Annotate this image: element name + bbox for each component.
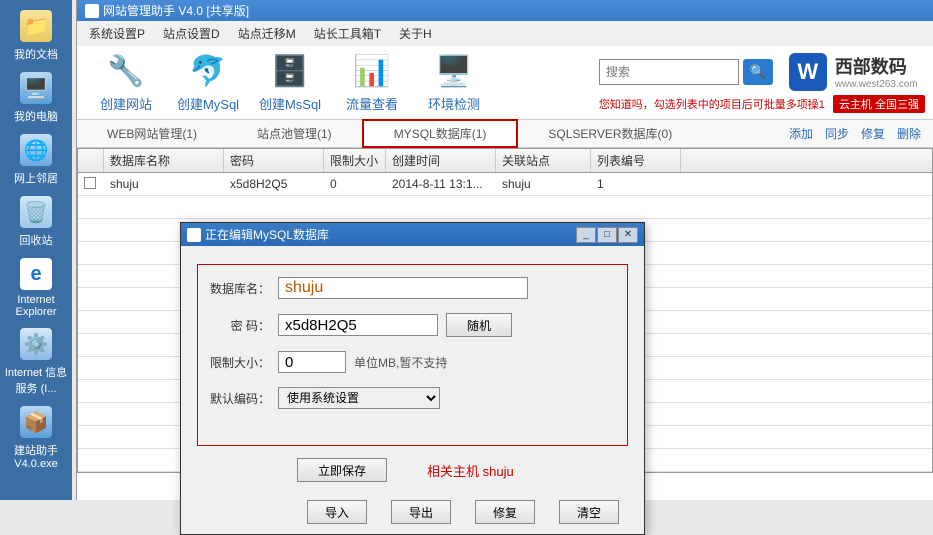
search-button[interactable]: 🔍 xyxy=(743,59,773,85)
password-field[interactable] xyxy=(278,314,438,336)
search-input[interactable] xyxy=(599,59,739,85)
brand-name: 西部数码 xyxy=(835,53,918,79)
iis-icon: ⚙️ xyxy=(20,328,52,360)
computer-icon: 🖥️ xyxy=(20,72,52,104)
maximize-button[interactable]: □ xyxy=(597,227,617,243)
th-name[interactable]: 数据库名称 xyxy=(104,149,224,172)
database-icon: 🗄️ xyxy=(268,52,312,90)
clear-button[interactable]: 清空 xyxy=(559,500,619,524)
edit-mysql-dialog: 正在编辑MySQL数据库 _ □ ✕ 数据库名： 密 码： 随机 限制大小： 单… xyxy=(180,222,645,535)
desktop-icon-mypc[interactable]: 🖥️我的电脑 xyxy=(4,72,68,124)
brand-url: www.west263.com xyxy=(835,79,918,90)
search-icon: 🔍 xyxy=(750,64,767,80)
app-title-icon xyxy=(85,4,99,18)
desktop-icon-recycle[interactable]: 🗑️回收站 xyxy=(4,196,68,248)
minimize-button[interactable]: _ xyxy=(576,227,596,243)
app-icon: 📦 xyxy=(20,406,52,438)
wrench-icon: 🔧 xyxy=(104,52,148,90)
label-limit: 限制大小： xyxy=(208,354,270,371)
repair-button[interactable]: 修复 xyxy=(475,500,535,524)
folder-icon: 📁 xyxy=(20,10,52,42)
th-created[interactable]: 创建时间 xyxy=(386,149,496,172)
table-header: 数据库名称 密码 限制大小 创建时间 关联站点 列表编号 xyxy=(78,149,932,173)
create-site-button[interactable]: 🔧创建网站 xyxy=(85,52,167,113)
import-button[interactable]: 导入 xyxy=(307,500,367,524)
create-mssql-button[interactable]: 🗄️创建MsSql xyxy=(249,52,331,113)
mysql-icon: 🐬 xyxy=(186,52,230,90)
desktop-icon-iis[interactable]: ⚙️Internet 信息服务 (I... xyxy=(4,328,68,396)
ie-icon: e xyxy=(20,258,52,290)
tab-pool[interactable]: 站点池管理(1) xyxy=(227,121,362,146)
th-idx[interactable]: 列表编号 xyxy=(591,149,681,172)
encoding-select[interactable]: 使用系统设置 xyxy=(278,387,440,409)
toolbar: 🔧创建网站 🐬创建MySql 🗄️创建MsSql 📊流量查看 🖥️环境检测 🔍 … xyxy=(77,46,933,120)
dialog-title-text: 正在编辑MySQL数据库 xyxy=(205,226,329,243)
tab-mysql[interactable]: MYSQL数据库(1) xyxy=(362,119,519,148)
brand: W 西部数码 www.west263.com xyxy=(789,53,918,91)
traffic-button[interactable]: 📊流量查看 xyxy=(331,52,413,113)
th-check xyxy=(78,149,104,172)
tab-web[interactable]: WEB网站管理(1) xyxy=(77,121,227,146)
th-site[interactable]: 关联站点 xyxy=(496,149,591,172)
desktop: 📁我的文档 🖥️我的电脑 🌐网上邻居 🗑️回收站 eInternet Explo… xyxy=(0,0,72,500)
add-link[interactable]: 添加 xyxy=(789,125,813,142)
tab-actions: 添加 同步 修复 删除 xyxy=(789,125,933,142)
notice-text: 您知道吗，勾选列表中的项目后可批量多项操1 xyxy=(599,96,825,112)
desktop-icon-network[interactable]: 🌐网上邻居 xyxy=(4,134,68,186)
create-mysql-button[interactable]: 🐬创建MySql xyxy=(167,52,249,113)
chart-icon: 📊 xyxy=(350,52,394,90)
label-name: 数据库名： xyxy=(208,280,270,297)
window-title: 网站管理助手 V4.0 [共享版] xyxy=(103,2,249,19)
th-limit[interactable]: 限制大小 xyxy=(324,149,386,172)
random-button[interactable]: 随机 xyxy=(446,313,512,337)
limit-field[interactable] xyxy=(278,351,346,373)
window-titlebar: 网站管理助手 V4.0 [共享版] xyxy=(77,0,933,21)
repair-link[interactable]: 修复 xyxy=(861,125,885,142)
table-row xyxy=(78,196,932,219)
recycle-icon: 🗑️ xyxy=(20,196,52,228)
brand-logo-icon: W xyxy=(789,53,827,91)
search-area: 🔍 W 西部数码 www.west263.com 您知道吗，勾选列表中的项目后可… xyxy=(599,53,925,113)
limit-hint: 单位MB,暂不支持 xyxy=(354,354,447,371)
close-button[interactable]: ✕ xyxy=(618,227,638,243)
monitor-icon: 🖥️ xyxy=(432,52,476,90)
save-button[interactable]: 立即保存 xyxy=(297,458,387,482)
dialog-icon xyxy=(187,228,201,242)
network-icon: 🌐 xyxy=(20,134,52,166)
desktop-icon-docs[interactable]: 📁我的文档 xyxy=(4,10,68,62)
menu-migrate[interactable]: 站点迁移M xyxy=(230,23,304,44)
tabs: WEB网站管理(1) 站点池管理(1) MYSQL数据库(1) SQLSERVE… xyxy=(77,120,933,148)
promo-badge: 云主机 全国三强 xyxy=(833,95,925,113)
form-frame: 数据库名： 密 码： 随机 限制大小： 单位MB,暂不支持 默认编码： 使用系统… xyxy=(197,264,628,446)
tab-sqlserver[interactable]: SQLSERVER数据库(0) xyxy=(518,121,702,146)
db-name-field[interactable] xyxy=(278,277,528,299)
label-password: 密 码： xyxy=(208,317,270,334)
desktop-icon-app[interactable]: 📦建站助手V4.0.exe xyxy=(4,406,68,470)
related-host: 相关主机 shuju xyxy=(427,461,514,480)
dialog-titlebar[interactable]: 正在编辑MySQL数据库 _ □ ✕ xyxy=(181,223,644,246)
desktop-icon-ie[interactable]: eInternet Explorer xyxy=(4,258,68,318)
menu-about[interactable]: 关于H xyxy=(391,23,440,44)
dialog-body: 数据库名： 密 码： 随机 限制大小： 单位MB,暂不支持 默认编码： 使用系统… xyxy=(181,246,644,534)
sync-link[interactable]: 同步 xyxy=(825,125,849,142)
menubar: 系统设置P 站点设置D 站点迁移M 站长工具箱T 关于H xyxy=(77,21,933,46)
menu-site[interactable]: 站点设置D xyxy=(155,23,228,44)
row-checkbox[interactable] xyxy=(84,177,96,189)
table-row[interactable]: shuju x5d8H2Q5 0 2014-8-11 13:1... shuju… xyxy=(78,173,932,196)
label-encoding: 默认编码： xyxy=(208,390,270,407)
menu-tools[interactable]: 站长工具箱T xyxy=(306,23,389,44)
export-button[interactable]: 导出 xyxy=(391,500,451,524)
menu-system[interactable]: 系统设置P xyxy=(81,23,153,44)
env-check-button[interactable]: 🖥️环境检测 xyxy=(413,52,495,113)
delete-link[interactable]: 删除 xyxy=(897,125,921,142)
th-pwd[interactable]: 密码 xyxy=(224,149,324,172)
